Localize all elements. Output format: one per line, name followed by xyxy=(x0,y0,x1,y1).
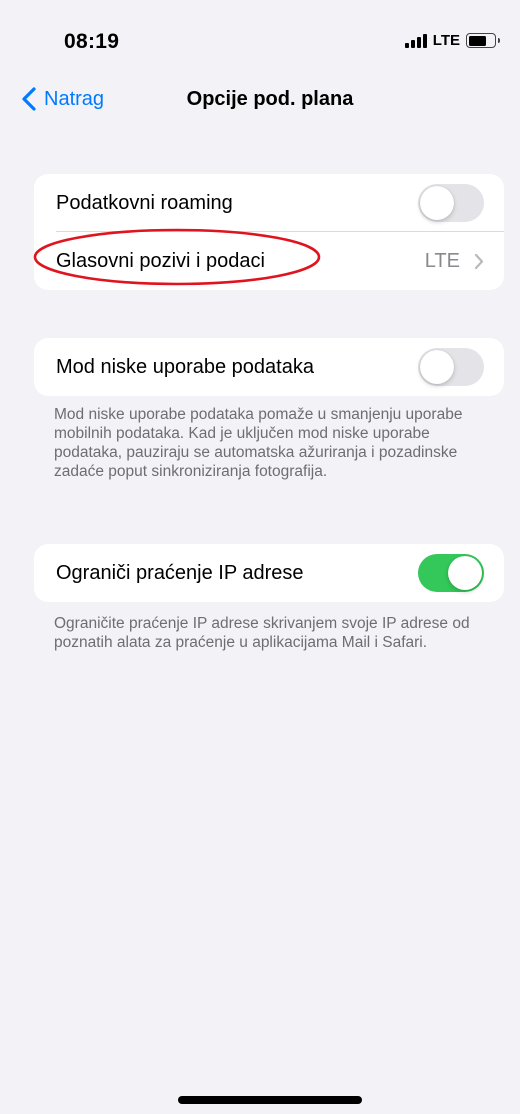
home-indicator[interactable] xyxy=(178,1096,362,1104)
low-data-mode-label: Mod niske uporabe podataka xyxy=(56,355,314,378)
settings-screen: 08:19 LTE Natrag Opcije pod. plana Podat… xyxy=(0,0,520,1114)
navigation-bar: Natrag Opcije pod. plana xyxy=(0,84,520,120)
voice-and-data-value: LTE xyxy=(424,249,460,272)
voice-and-data-label: Glasovni pozivi i podaci xyxy=(56,249,265,272)
battery-icon xyxy=(466,33,500,48)
roaming-group: Podatkovni roaming Glasovni pozivi i pod… xyxy=(33,174,504,290)
ip-tracking-group: Ograniči praćenje IP adrese xyxy=(34,544,504,602)
status-bar: 08:19 LTE xyxy=(0,28,520,60)
limit-ip-tracking-label: Ograniči praćenje IP adrese xyxy=(56,561,304,584)
signal-bars-icon xyxy=(404,33,427,48)
ip-tracking-footnote: Ograničite praćenje IP adrese skrivanjem… xyxy=(54,615,470,651)
data-roaming-toggle[interactable] xyxy=(418,184,484,222)
chevron-right-icon xyxy=(474,253,484,269)
low-data-footnote: Mod niske uporabe podataka pomaže u sman… xyxy=(54,406,463,480)
voice-and-data-row[interactable]: Glasovni pozivi i podaci LTE xyxy=(33,228,504,290)
limit-ip-tracking-row: Ograniči praćenje IP adrese xyxy=(34,544,504,602)
status-time: 08:19 xyxy=(64,30,120,53)
page-title: Opcije pod. plana xyxy=(186,88,354,110)
data-roaming-row: Podatkovni roaming xyxy=(34,174,504,232)
low-data-group: Mod niske uporabe podataka xyxy=(34,338,504,396)
low-data-mode-row: Mod niske uporabe podataka xyxy=(34,338,504,396)
status-indicators: LTE xyxy=(404,32,500,49)
data-roaming-label: Podatkovni roaming xyxy=(56,191,233,214)
limit-ip-tracking-toggle[interactable] xyxy=(418,554,484,592)
low-data-mode-toggle[interactable] xyxy=(418,348,484,386)
network-type: LTE xyxy=(432,32,460,49)
